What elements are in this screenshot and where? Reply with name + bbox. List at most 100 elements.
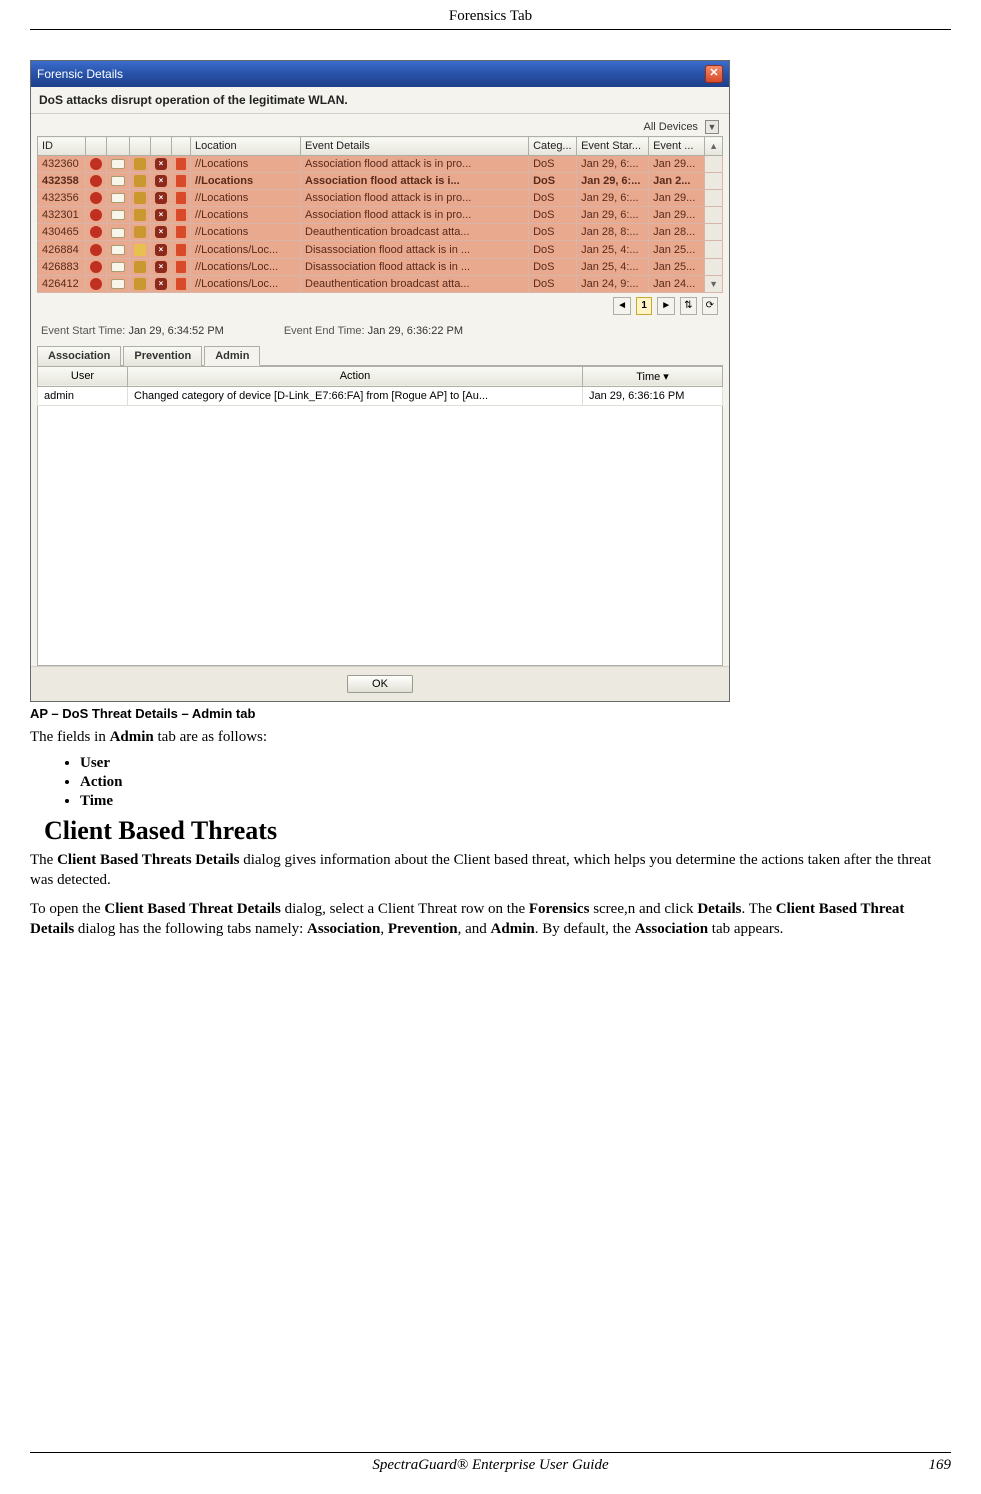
tab-association[interactable]: Association [37,346,121,366]
col-location[interactable]: Location [191,137,301,156]
bell-icon [134,278,146,290]
paragraph-2: To open the Client Based Threat Details … [30,899,951,940]
bell-icon [134,192,146,204]
tab-prevention[interactable]: Prevention [123,346,202,366]
table-row[interactable]: 432360×//LocationsAssociation flood atta… [38,156,723,173]
delete-icon: × [155,278,167,290]
filter-label: All Devices [644,121,698,133]
page-footer: SpectraGuard® Enterprise User Guide 169 [30,1452,951,1474]
start-time-value: Jan 29, 6:34:52 PM [128,325,223,337]
mail-icon [111,176,125,186]
events-table: ID Location Event Details Categ... Event… [37,136,723,293]
col-icon3[interactable] [130,137,151,156]
mail-icon [111,228,125,238]
pager-extra1[interactable]: ⇅ [680,297,696,315]
bell-icon [134,175,146,187]
scrollbar-track[interactable]: ▲ [705,137,723,156]
table-row[interactable]: 426884×//Locations/Loc...Disassociation … [38,241,723,258]
delete-icon: × [155,261,167,273]
delete-icon: × [155,192,167,204]
col-event-details[interactable]: Event Details [301,137,529,156]
flag-icon [176,175,186,187]
list-item: User [80,755,951,772]
subcol-user[interactable]: User [38,366,128,386]
col-id[interactable]: ID [38,137,86,156]
bell-icon [134,244,146,256]
col-icon5[interactable] [172,137,191,156]
dialog-description: DoS attacks disrupt operation of the leg… [31,87,729,114]
table-row[interactable]: 430465×//LocationsDeauthentication broad… [38,224,723,241]
flag-icon [176,209,186,221]
flag-icon [176,261,186,273]
table-row[interactable]: 432356×//LocationsAssociation flood atta… [38,190,723,207]
severity-icon [90,175,102,187]
col-event-end[interactable]: Event ... [649,137,705,156]
severity-icon [90,244,102,256]
flag-icon [176,226,186,238]
severity-icon [90,158,102,170]
ok-button[interactable]: OK [347,675,413,693]
page-header: Forensics Tab [30,8,951,30]
table-row[interactable]: 432301×//LocationsAssociation flood atta… [38,207,723,224]
col-event-start[interactable]: Event Star... [577,137,649,156]
dialog-title: Forensic Details [37,67,123,81]
severity-icon [90,192,102,204]
close-icon[interactable]: ✕ [705,65,723,83]
mail-icon [111,279,125,289]
section-heading: Client Based Threats [44,816,951,846]
fields-list: UserActionTime [60,755,951,810]
table-row[interactable]: 426883×//Locations/Loc...Disassociation … [38,258,723,275]
delete-icon: × [155,175,167,187]
admin-table: User Action Time ▾ adminChanged category… [37,366,723,406]
mail-icon [111,193,125,203]
bell-icon [134,158,146,170]
col-icon2[interactable] [107,137,130,156]
flag-icon [176,244,186,256]
severity-icon [90,261,102,273]
sub-tabs: Association Prevention Admin [37,345,723,366]
forensic-details-dialog: Forensic Details ✕ DoS attacks disrupt o… [30,60,730,702]
tab-admin[interactable]: Admin [204,346,260,366]
pager: ◄ 1 ► ⇅ ⟳ [31,293,729,319]
start-time-label: Event Start Time: [41,325,125,337]
dialog-footer: OK [31,666,729,701]
mail-icon [111,210,125,220]
footer-page-number: 169 [644,1457,951,1474]
flag-icon [176,278,186,290]
pager-prev[interactable]: ◄ [613,297,631,315]
delete-icon: × [155,244,167,256]
flag-icon [176,192,186,204]
end-time-value: Jan 29, 6:36:22 PM [368,325,463,337]
pager-page[interactable]: 1 [636,297,652,315]
time-bar: Event Start Time: Jan 29, 6:34:52 PM Eve… [31,319,729,343]
subcol-action[interactable]: Action [128,366,583,386]
subcol-time[interactable]: Time ▾ [583,366,723,386]
severity-icon [90,209,102,221]
table-row[interactable]: adminChanged category of device [D-Link_… [38,386,723,405]
flag-icon [176,158,186,170]
end-time-label: Event End Time: [284,325,365,337]
col-icon4[interactable] [151,137,172,156]
bell-icon [134,261,146,273]
list-item: Action [80,774,951,791]
mail-icon [111,159,125,169]
dialog-titlebar: Forensic Details ✕ [31,61,729,87]
figure-caption: AP – DoS Threat Details – Admin tab [30,706,951,721]
mail-icon [111,262,125,272]
mail-icon [111,245,125,255]
paragraph-1: The Client Based Threats Details dialog … [30,850,951,891]
col-category[interactable]: Categ... [529,137,577,156]
footer-center: SpectraGuard® Enterprise User Guide [337,1457,644,1474]
filter-icon[interactable]: ▼ [705,120,719,134]
bell-icon [134,226,146,238]
filter-row: All Devices ▼ [31,114,729,136]
delete-icon: × [155,226,167,238]
intro-text: The fields in Admin tab are as follows: [30,727,951,747]
bell-icon [134,209,146,221]
pager-next[interactable]: ► [657,297,675,315]
table-row[interactable]: 426412×//Locations/Loc...Deauthenticatio… [38,275,723,292]
pager-refresh[interactable]: ⟳ [702,297,718,315]
delete-icon: × [155,209,167,221]
col-icon1[interactable] [86,137,107,156]
table-row[interactable]: 432358×//LocationsAssociation flood atta… [38,173,723,190]
